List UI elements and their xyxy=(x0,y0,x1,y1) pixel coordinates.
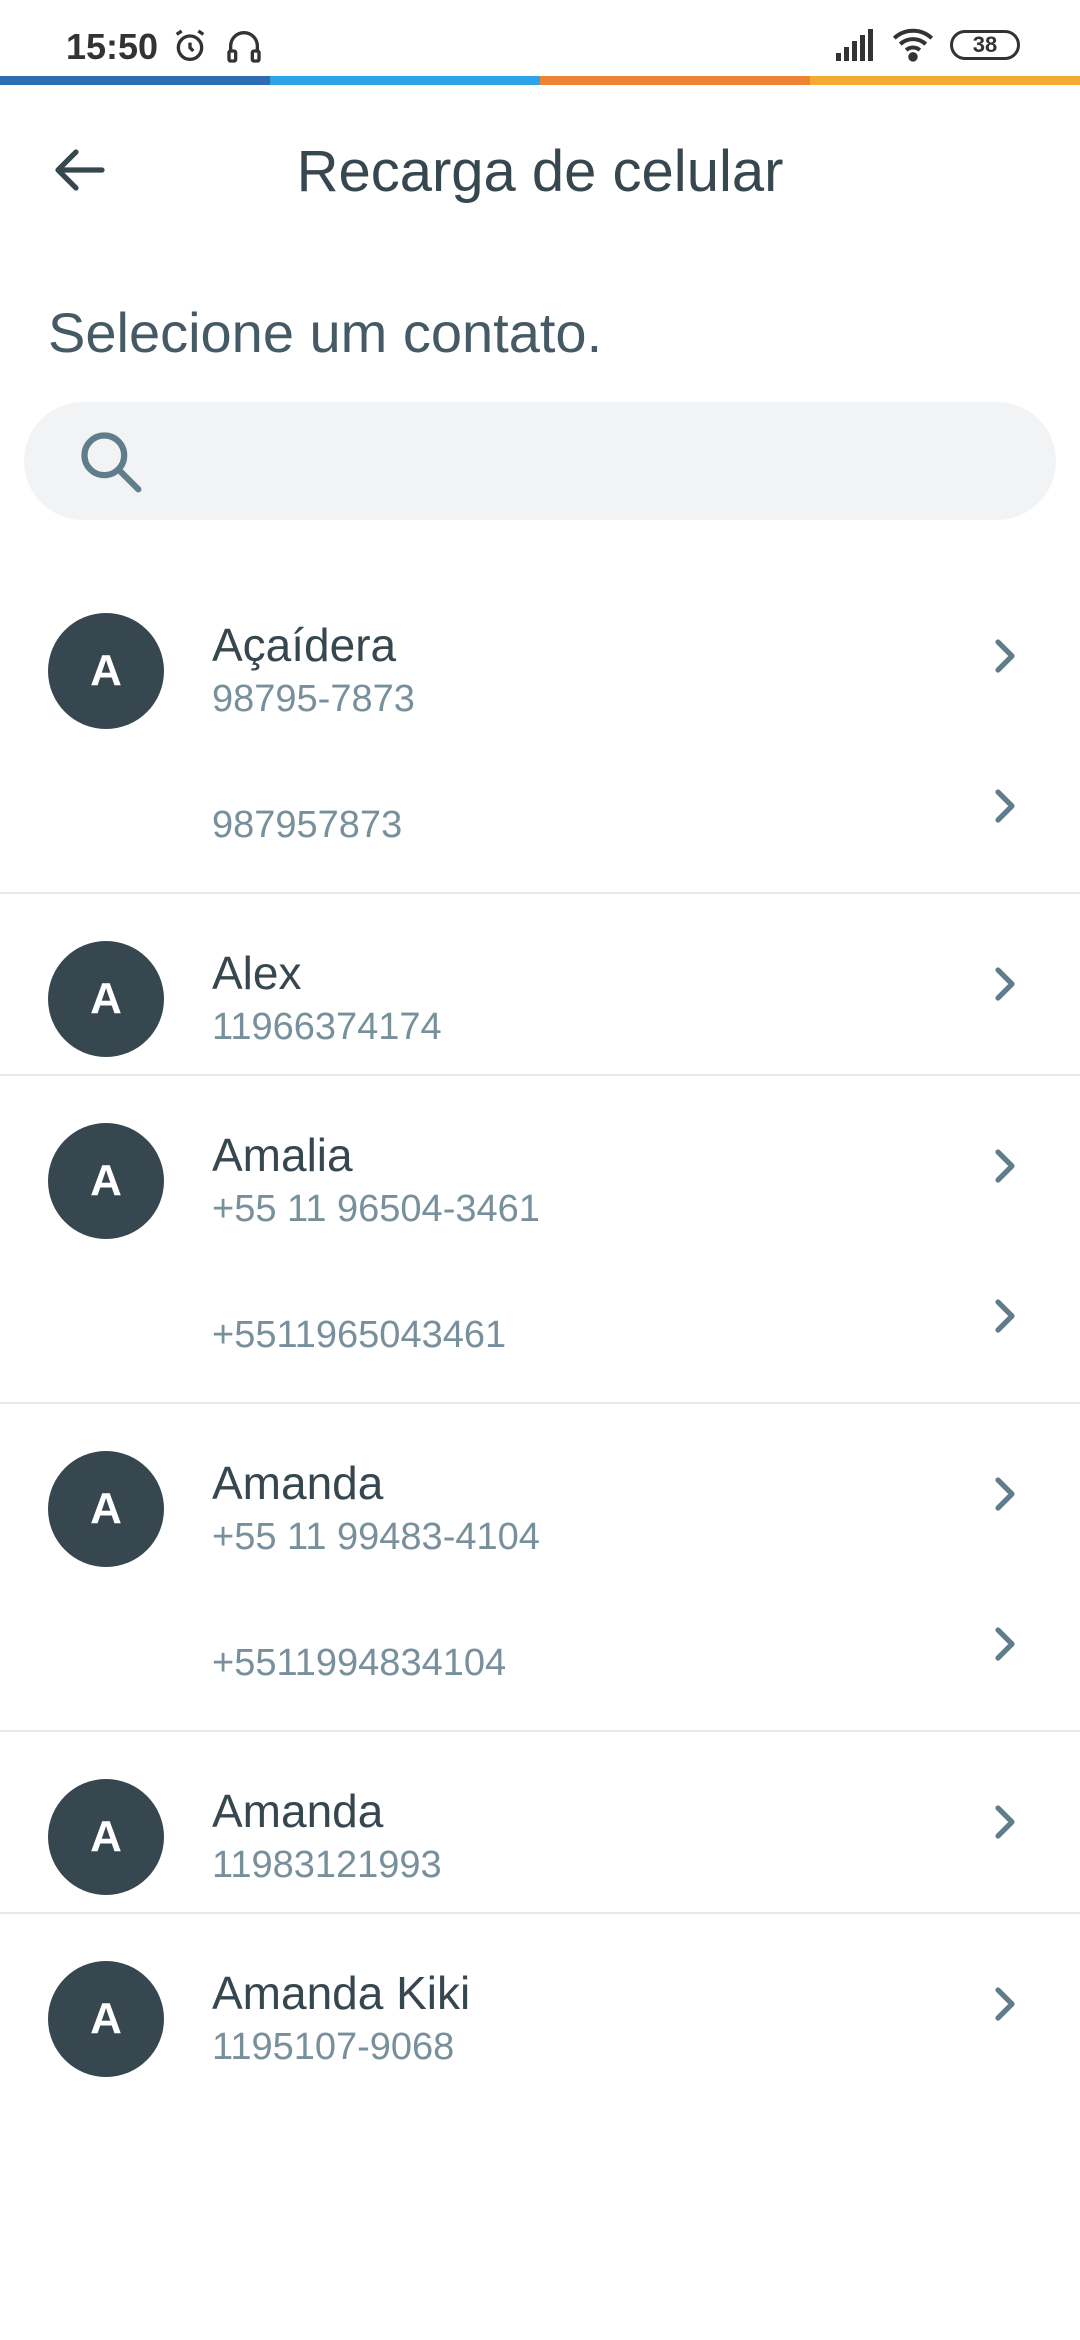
contact-group: A Amanda 11983121993 xyxy=(0,1732,1080,1914)
chevron-right-icon xyxy=(995,967,1015,1001)
contact-name: Amanda xyxy=(212,1457,384,1509)
status-bar: 15:50 38 xyxy=(0,0,1080,78)
brand-stripe-segment xyxy=(0,76,270,85)
chevron-right-icon xyxy=(995,639,1015,673)
contact-number: 987957873 xyxy=(212,804,403,846)
contact-name: Alex xyxy=(212,947,302,999)
search-input[interactable] xyxy=(144,402,1056,520)
contact-number: +55 11 99483-4104 xyxy=(212,1516,540,1558)
brand-stripe-segment xyxy=(810,76,1080,85)
battery-icon: 38 xyxy=(950,30,1020,60)
contact-row-secondary-number[interactable]: 987957873 xyxy=(0,746,1080,892)
chevron-right-icon xyxy=(995,1627,1015,1661)
app-bar: Recarga de celular xyxy=(0,120,1080,220)
page-title: Recarga de celular xyxy=(296,139,784,204)
brand-stripe-segment xyxy=(540,76,810,85)
contact-row[interactable]: A Amanda +55 11 99483-4104 xyxy=(0,1404,1080,1584)
contact-list: A Açaídera 98795-7873 987957873 A Alex 1… xyxy=(0,566,1080,2094)
contact-row[interactable]: A Amanda Kiki 1195107-9068 xyxy=(0,1914,1080,2094)
contact-number: 1195107-9068 xyxy=(212,2026,455,2068)
contact-number: +55 11 96504-3461 xyxy=(212,1188,540,1230)
battery-level: 38 xyxy=(972,32,998,57)
avatar: A xyxy=(48,613,164,729)
contact-group: A Amanda +55 11 99483-4104 +551199483410… xyxy=(0,1404,1080,1732)
avatar: A xyxy=(48,1961,164,2077)
chevron-right-icon xyxy=(995,1299,1015,1333)
avatar: A xyxy=(48,1779,164,1895)
contact-number: 98795-7873 xyxy=(212,678,415,720)
chevron-right-icon xyxy=(995,1987,1015,2021)
avatar: A xyxy=(48,1451,164,1567)
chevron-right-icon xyxy=(995,1149,1015,1183)
contact-name: Amalia xyxy=(212,1129,353,1181)
brand-stripe-segment xyxy=(270,76,540,85)
chevron-right-icon xyxy=(995,789,1015,823)
contact-name: Amanda xyxy=(212,1785,384,1837)
alarm-icon xyxy=(175,29,205,62)
contact-name: Açaídera xyxy=(212,619,397,671)
search-icon xyxy=(81,432,142,493)
contact-number: +5511965043461 xyxy=(212,1314,507,1356)
contact-group: A Amalia +55 11 96504-3461 +551196504346… xyxy=(0,1076,1080,1404)
wifi-icon xyxy=(892,28,934,62)
status-time: 15:50 xyxy=(66,26,159,67)
contact-group: A Açaídera 98795-7873 987957873 xyxy=(0,566,1080,894)
headphones-icon xyxy=(227,31,261,63)
avatar: A xyxy=(48,941,164,1057)
chevron-right-icon xyxy=(995,1477,1015,1511)
contact-row[interactable]: A Açaídera 98795-7873 xyxy=(0,566,1080,746)
page-subtitle: Selecione um contato. xyxy=(48,301,603,364)
brand-stripe xyxy=(0,76,1080,85)
contact-number: +5511994834104 xyxy=(212,1642,507,1684)
signal-icon xyxy=(836,29,873,61)
avatar: A xyxy=(48,1123,164,1239)
contact-number: 11983121993 xyxy=(212,1844,442,1886)
contact-row[interactable]: A Amalia +55 11 96504-3461 xyxy=(0,1076,1080,1256)
chevron-right-icon xyxy=(995,1805,1015,1839)
search-bar[interactable] xyxy=(24,402,1056,520)
contact-group: A Amanda Kiki 1195107-9068 xyxy=(0,1914,1080,2094)
contact-row-secondary-number[interactable]: +5511965043461 xyxy=(0,1256,1080,1402)
contact-number: 11966374174 xyxy=(212,1006,442,1048)
contact-row[interactable]: A Alex 11966374174 xyxy=(0,894,1080,1074)
contact-row[interactable]: A Amanda 11983121993 xyxy=(0,1732,1080,1912)
contact-row-secondary-number[interactable]: +5511994834104 xyxy=(0,1584,1080,1730)
contact-group: A Alex 11966374174 xyxy=(0,894,1080,1076)
contact-name: Amanda Kiki xyxy=(212,1967,471,2019)
